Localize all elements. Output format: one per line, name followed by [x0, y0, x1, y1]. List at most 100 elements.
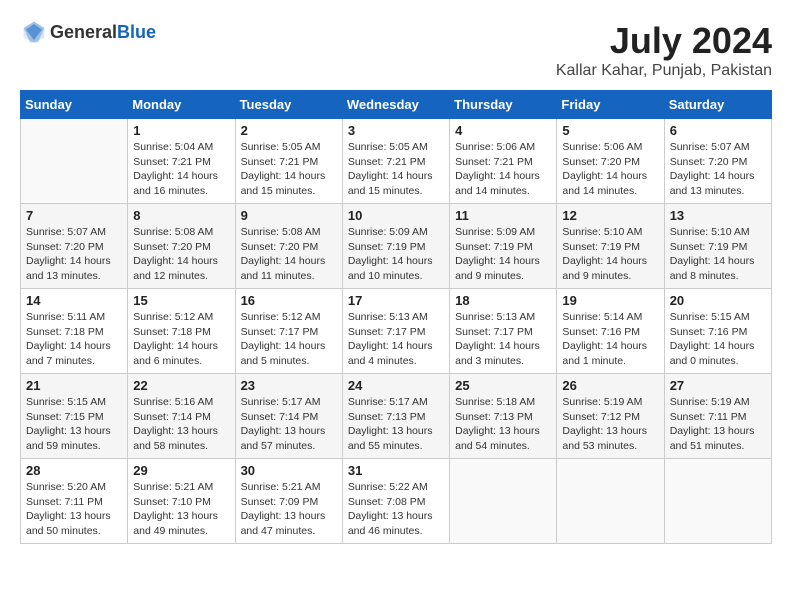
- day-info: Sunrise: 5:21 AMSunset: 7:09 PMDaylight:…: [241, 480, 337, 539]
- day-number: 29: [133, 463, 229, 478]
- day-number: 13: [670, 208, 766, 223]
- calendar-cell: 12Sunrise: 5:10 AMSunset: 7:19 PMDayligh…: [557, 204, 664, 289]
- day-info: Sunrise: 5:17 AMSunset: 7:14 PMDaylight:…: [241, 395, 337, 454]
- day-number: 19: [562, 293, 658, 308]
- calendar-cell: 2 Sunrise: 5:05 AMSunset: 7:21 PMDaylight…: [235, 119, 342, 204]
- calendar-cell: 10 Sunrise: 5:09 AMSunset: 7:19 PMDayligh…: [342, 204, 449, 289]
- calendar-cell: 13 Sunrise: 5:10 AMSunset: 7:19 PMDayligh…: [664, 204, 771, 289]
- day-info: Sunrise: 5:11 AMSunset: 7:18 PMDaylight:…: [26, 310, 122, 369]
- calendar-cell: 18Sunrise: 5:13 AMSunset: 7:17 PMDayligh…: [450, 289, 557, 374]
- location-title: Kallar Kahar, Punjab, Pakistan: [556, 62, 772, 80]
- calendar-cell: 30 Sunrise: 5:21 AMSunset: 7:09 PMDayligh…: [235, 459, 342, 544]
- calendar-cell: 25 Sunrise: 5:18 AMSunset: 7:13 PMDayligh…: [450, 374, 557, 459]
- calendar-cell: 14 Sunrise: 5:11 AMSunset: 7:18 PMDayligh…: [21, 289, 128, 374]
- day-info: Sunrise: 5:21 AMSunset: 7:10 PMDaylight:…: [133, 480, 229, 539]
- calendar-cell: 7 Sunrise: 5:07 AMSunset: 7:20 PMDaylight…: [21, 204, 128, 289]
- weekday-row: SundayMondayTuesdayWednesdayThursdayFrid…: [21, 91, 772, 119]
- calendar-body: 1Sunrise: 5:04 AMSunset: 7:21 PMDaylight…: [21, 119, 772, 544]
- calendar-cell: [21, 119, 128, 204]
- calendar-cell: 11 Sunrise: 5:09 AMSunset: 7:19 PMDayligh…: [450, 204, 557, 289]
- calendar-week-row: 1Sunrise: 5:04 AMSunset: 7:21 PMDaylight…: [21, 119, 772, 204]
- day-info: Sunrise: 5:05 AMSunset: 7:21 PMDaylight:…: [348, 140, 444, 199]
- calendar-cell: 22 Sunrise: 5:16 AMSunset: 7:14 PMDayligh…: [128, 374, 235, 459]
- day-number: 21: [26, 378, 122, 393]
- calendar-week-row: 28 Sunrise: 5:20 AMSunset: 7:11 PMDayligh…: [21, 459, 772, 544]
- day-info: Sunrise: 5:07 AMSunset: 7:20 PMDaylight:…: [670, 140, 766, 199]
- day-number: 11: [455, 208, 551, 223]
- day-info: Sunrise: 5:18 AMSunset: 7:13 PMDaylight:…: [455, 395, 551, 454]
- day-info: Sunrise: 5:06 AMSunset: 7:20 PMDaylight:…: [562, 140, 658, 199]
- weekday-header-friday: Friday: [557, 91, 664, 119]
- day-info: Sunrise: 5:10 AMSunset: 7:19 PMDaylight:…: [670, 225, 766, 284]
- day-number: 6: [670, 123, 766, 138]
- page-header: GeneralBlue July 2024 Kallar Kahar, Punj…: [20, 20, 772, 80]
- day-info: Sunrise: 5:13 AMSunset: 7:17 PMDaylight:…: [455, 310, 551, 369]
- day-number: 12: [562, 208, 658, 223]
- day-info: Sunrise: 5:15 AMSunset: 7:15 PMDaylight:…: [26, 395, 122, 454]
- day-number: 27: [670, 378, 766, 393]
- weekday-header-saturday: Saturday: [664, 91, 771, 119]
- day-number: 3: [348, 123, 444, 138]
- day-number: 24: [348, 378, 444, 393]
- calendar-cell: 28 Sunrise: 5:20 AMSunset: 7:11 PMDayligh…: [21, 459, 128, 544]
- month-title: July 2024: [556, 20, 772, 62]
- day-info: Sunrise: 5:15 AMSunset: 7:16 PMDaylight:…: [670, 310, 766, 369]
- calendar-cell: [664, 459, 771, 544]
- calendar-cell: 23 Sunrise: 5:17 AMSunset: 7:14 PMDayligh…: [235, 374, 342, 459]
- day-info: Sunrise: 5:13 AMSunset: 7:17 PMDaylight:…: [348, 310, 444, 369]
- day-info: Sunrise: 5:05 AMSunset: 7:21 PMDaylight:…: [241, 140, 337, 199]
- day-number: 2: [241, 123, 337, 138]
- calendar-cell: 29 Sunrise: 5:21 AMSunset: 7:10 PMDayligh…: [128, 459, 235, 544]
- calendar-cell: 31Sunrise: 5:22 AMSunset: 7:08 PMDayligh…: [342, 459, 449, 544]
- calendar-cell: 20 Sunrise: 5:15 AMSunset: 7:16 PMDayligh…: [664, 289, 771, 374]
- day-number: 10: [348, 208, 444, 223]
- day-info: Sunrise: 5:06 AMSunset: 7:21 PMDaylight:…: [455, 140, 551, 199]
- day-number: 7: [26, 208, 122, 223]
- calendar-cell: 26Sunrise: 5:19 AMSunset: 7:12 PMDayligh…: [557, 374, 664, 459]
- weekday-header-monday: Monday: [128, 91, 235, 119]
- calendar-cell: 5 Sunrise: 5:06 AMSunset: 7:20 PMDaylight…: [557, 119, 664, 204]
- calendar-cell: [450, 459, 557, 544]
- calendar-cell: 4Sunrise: 5:06 AMSunset: 7:21 PMDaylight…: [450, 119, 557, 204]
- day-info: Sunrise: 5:19 AMSunset: 7:11 PMDaylight:…: [670, 395, 766, 454]
- day-info: Sunrise: 5:08 AMSunset: 7:20 PMDaylight:…: [133, 225, 229, 284]
- day-info: Sunrise: 5:16 AMSunset: 7:14 PMDaylight:…: [133, 395, 229, 454]
- day-number: 16: [241, 293, 337, 308]
- calendar-cell: 21 Sunrise: 5:15 AMSunset: 7:15 PMDayligh…: [21, 374, 128, 459]
- day-number: 28: [26, 463, 122, 478]
- title-block: July 2024 Kallar Kahar, Punjab, Pakistan: [556, 20, 772, 80]
- day-number: 30: [241, 463, 337, 478]
- calendar-cell: 27 Sunrise: 5:19 AMSunset: 7:11 PMDayligh…: [664, 374, 771, 459]
- day-info: Sunrise: 5:09 AMSunset: 7:19 PMDaylight:…: [455, 225, 551, 284]
- calendar-header: SundayMondayTuesdayWednesdayThursdayFrid…: [21, 91, 772, 119]
- day-info: Sunrise: 5:17 AMSunset: 7:13 PMDaylight:…: [348, 395, 444, 454]
- day-info: Sunrise: 5:07 AMSunset: 7:20 PMDaylight:…: [26, 225, 122, 284]
- day-number: 23: [241, 378, 337, 393]
- day-number: 22: [133, 378, 229, 393]
- logo: GeneralBlue: [20, 20, 156, 44]
- day-number: 1: [133, 123, 229, 138]
- calendar-cell: 24 Sunrise: 5:17 AMSunset: 7:13 PMDayligh…: [342, 374, 449, 459]
- calendar-week-row: 21 Sunrise: 5:15 AMSunset: 7:15 PMDayligh…: [21, 374, 772, 459]
- day-info: Sunrise: 5:09 AMSunset: 7:19 PMDaylight:…: [348, 225, 444, 284]
- day-number: 5: [562, 123, 658, 138]
- day-number: 14: [26, 293, 122, 308]
- day-info: Sunrise: 5:19 AMSunset: 7:12 PMDaylight:…: [562, 395, 658, 454]
- calendar-cell: [557, 459, 664, 544]
- calendar-cell: 1Sunrise: 5:04 AMSunset: 7:21 PMDaylight…: [128, 119, 235, 204]
- day-info: Sunrise: 5:12 AMSunset: 7:17 PMDaylight:…: [241, 310, 337, 369]
- day-number: 25: [455, 378, 551, 393]
- calendar-week-row: 7 Sunrise: 5:07 AMSunset: 7:20 PMDaylight…: [21, 204, 772, 289]
- calendar-cell: 19Sunrise: 5:14 AMSunset: 7:16 PMDayligh…: [557, 289, 664, 374]
- calendar-cell: 6 Sunrise: 5:07 AMSunset: 7:20 PMDaylight…: [664, 119, 771, 204]
- day-info: Sunrise: 5:20 AMSunset: 7:11 PMDaylight:…: [26, 480, 122, 539]
- day-info: Sunrise: 5:08 AMSunset: 7:20 PMDaylight:…: [241, 225, 337, 284]
- logo-blue: Blue: [117, 22, 156, 42]
- day-number: 15: [133, 293, 229, 308]
- calendar-cell: 16 Sunrise: 5:12 AMSunset: 7:17 PMDayligh…: [235, 289, 342, 374]
- calendar-cell: 9Sunrise: 5:08 AMSunset: 7:20 PMDaylight…: [235, 204, 342, 289]
- weekday-header-tuesday: Tuesday: [235, 91, 342, 119]
- calendar-cell: 3 Sunrise: 5:05 AMSunset: 7:21 PMDaylight…: [342, 119, 449, 204]
- calendar-cell: 15Sunrise: 5:12 AMSunset: 7:18 PMDayligh…: [128, 289, 235, 374]
- day-number: 20: [670, 293, 766, 308]
